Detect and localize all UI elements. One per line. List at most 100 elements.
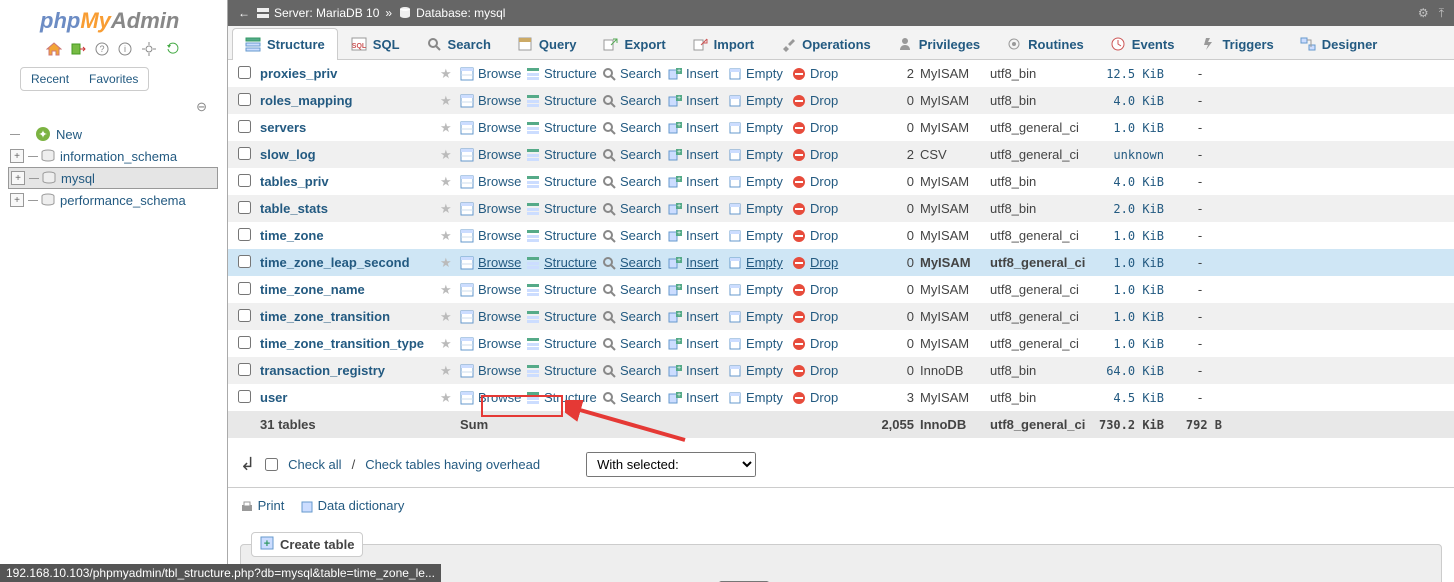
home-icon[interactable]	[46, 42, 62, 56]
structure-action[interactable]: Structure	[526, 336, 602, 351]
search-action[interactable]: Search	[602, 174, 668, 189]
tree-item[interactable]: + performance_schema	[8, 189, 227, 211]
favorite-star[interactable]: ★	[440, 147, 460, 163]
empty-action[interactable]: Empty	[728, 147, 792, 162]
favorite-star[interactable]: ★	[440, 255, 460, 271]
drop-action[interactable]: Drop	[792, 255, 850, 270]
insert-action[interactable]: +Insert	[668, 255, 728, 270]
insert-action[interactable]: +Insert	[668, 282, 728, 297]
table-name-link[interactable]: user	[260, 390, 287, 405]
drop-action[interactable]: Drop	[792, 201, 850, 216]
tree-item[interactable]: + information_schema	[8, 145, 227, 167]
tree-new[interactable]: ✦New	[8, 123, 227, 145]
logout-icon[interactable]	[70, 42, 86, 56]
favorite-star[interactable]: ★	[440, 228, 460, 244]
structure-action[interactable]: Structure	[526, 255, 602, 270]
tab-structure[interactable]: Structure	[232, 28, 338, 60]
sql-docs-icon[interactable]: i	[117, 42, 133, 56]
empty-action[interactable]: Empty	[728, 120, 792, 135]
empty-action[interactable]: Empty	[728, 201, 792, 216]
tab-import[interactable]: Import	[679, 28, 767, 59]
tab-favorites[interactable]: Favorites	[79, 68, 148, 90]
empty-action[interactable]: Empty	[728, 66, 792, 81]
settings-icon[interactable]	[141, 42, 157, 56]
drop-action[interactable]: Drop	[792, 363, 850, 378]
favorite-star[interactable]: ★	[440, 336, 460, 352]
search-action[interactable]: Search	[602, 336, 668, 351]
empty-action[interactable]: Empty	[728, 282, 792, 297]
drop-action[interactable]: Drop	[792, 282, 850, 297]
row-checkbox[interactable]	[238, 309, 251, 322]
database-link[interactable]: mysql	[474, 6, 505, 20]
search-action[interactable]: Search	[602, 120, 668, 135]
search-action[interactable]: Search	[602, 390, 668, 405]
insert-action[interactable]: +Insert	[668, 309, 728, 324]
insert-action[interactable]: +Insert	[668, 66, 728, 81]
tab-operations[interactable]: Operations	[767, 28, 884, 59]
insert-action[interactable]: +Insert	[668, 228, 728, 243]
structure-action[interactable]: Structure	[526, 120, 602, 135]
tab-events[interactable]: Events	[1097, 28, 1188, 59]
table-name-link[interactable]: time_zone_transition_type	[260, 336, 424, 351]
favorite-star[interactable]: ★	[440, 282, 460, 298]
row-checkbox[interactable]	[238, 66, 251, 79]
empty-action[interactable]: Empty	[728, 228, 792, 243]
row-checkbox[interactable]	[238, 147, 251, 160]
table-name-link[interactable]: servers	[260, 120, 306, 135]
check-all-checkbox[interactable]	[265, 458, 278, 471]
collapse-top-icon[interactable]: ⤒	[1439, 6, 1444, 21]
browse-action[interactable]: Browse	[460, 228, 526, 243]
row-checkbox[interactable]	[238, 282, 251, 295]
row-checkbox[interactable]	[238, 120, 251, 133]
browse-action[interactable]: Browse	[460, 93, 526, 108]
check-overhead-link[interactable]: Check tables having overhead	[365, 457, 540, 472]
insert-action[interactable]: +Insert	[668, 363, 728, 378]
table-name-link[interactable]: time_zone_name	[260, 282, 365, 297]
favorite-star[interactable]: ★	[440, 390, 460, 406]
table-name-link[interactable]: roles_mapping	[260, 93, 352, 108]
drop-action[interactable]: Drop	[792, 174, 850, 189]
browse-action[interactable]: Browse	[460, 174, 526, 189]
insert-action[interactable]: +Insert	[668, 120, 728, 135]
browse-action[interactable]: Browse	[460, 336, 526, 351]
row-checkbox[interactable]	[238, 390, 251, 403]
insert-action[interactable]: +Insert	[668, 93, 728, 108]
structure-action[interactable]: Structure	[526, 147, 602, 162]
browse-action[interactable]: Browse	[460, 282, 526, 297]
tab-sql[interactable]: SQLSQL	[338, 28, 413, 59]
expand-icon[interactable]: +	[10, 149, 24, 163]
row-checkbox[interactable]	[238, 201, 251, 214]
empty-action[interactable]: Empty	[728, 363, 792, 378]
insert-action[interactable]: +Insert	[668, 174, 728, 189]
favorite-star[interactable]: ★	[440, 174, 460, 190]
structure-action[interactable]: Structure	[526, 201, 602, 216]
search-action[interactable]: Search	[602, 201, 668, 216]
tab-routines[interactable]: Routines	[993, 28, 1097, 59]
drop-action[interactable]: Drop	[792, 147, 850, 162]
structure-action[interactable]: Structure	[526, 93, 602, 108]
favorite-star[interactable]: ★	[440, 201, 460, 217]
search-action[interactable]: Search	[602, 282, 668, 297]
search-action[interactable]: Search	[602, 228, 668, 243]
table-name-link[interactable]: time_zone_leap_second	[260, 255, 410, 270]
empty-action[interactable]: Empty	[728, 174, 792, 189]
structure-action[interactable]: Structure	[526, 174, 602, 189]
drop-action[interactable]: Drop	[792, 93, 850, 108]
insert-action[interactable]: +Insert	[668, 201, 728, 216]
tab-export[interactable]: Export	[589, 28, 678, 59]
insert-action[interactable]: +Insert	[668, 147, 728, 162]
search-action[interactable]: Search	[602, 66, 668, 81]
browse-action[interactable]: Browse	[460, 120, 526, 135]
reload-icon[interactable]	[165, 42, 181, 56]
table-name-link[interactable]: table_stats	[260, 201, 328, 216]
tab-query[interactable]: Query	[504, 28, 590, 59]
table-name-link[interactable]: slow_log	[260, 147, 316, 162]
empty-action[interactable]: Empty	[728, 390, 792, 405]
structure-action[interactable]: Structure	[526, 363, 602, 378]
tab-privileges[interactable]: Privileges	[884, 28, 993, 59]
nav-toggle-icon[interactable]: ←	[238, 6, 250, 20]
print-link[interactable]: Print	[240, 498, 284, 513]
table-name-link[interactable]: transaction_registry	[260, 363, 385, 378]
empty-action[interactable]: Empty	[728, 255, 792, 270]
row-checkbox[interactable]	[238, 363, 251, 376]
